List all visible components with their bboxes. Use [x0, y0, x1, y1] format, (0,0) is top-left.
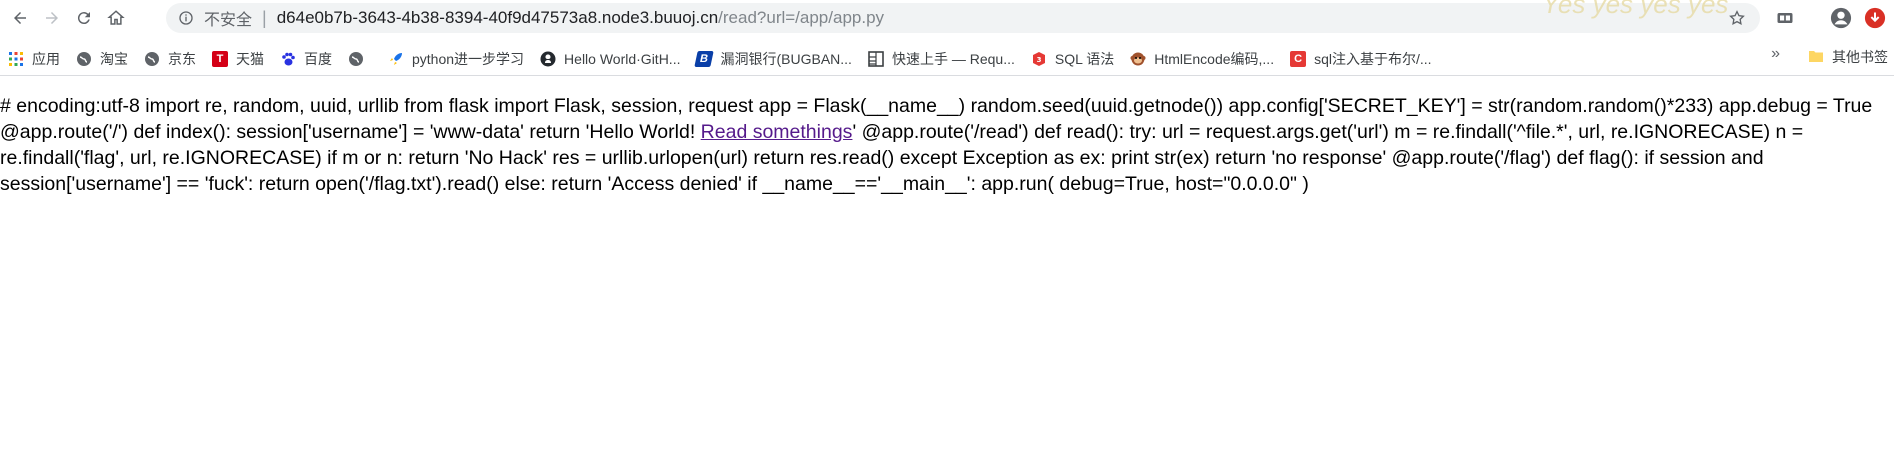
svg-text:3: 3	[1036, 56, 1041, 64]
folder-icon	[1808, 48, 1824, 67]
bookmark-taobao[interactable]: 淘宝	[68, 45, 136, 73]
incognito-icon	[1777, 13, 1793, 23]
doc-grid-icon	[868, 51, 884, 67]
arrow-left-icon	[14, 12, 26, 24]
bookmark-htmlencode[interactable]: HtmlEncode编码,...	[1122, 45, 1282, 73]
github-icon	[540, 51, 556, 67]
url-host[interactable]: d64e0b7b-3643-4b38-8394-40f9d47573a8.nod…	[277, 8, 718, 28]
bookmark-label: 应用	[32, 51, 60, 67]
apps-grid-icon	[8, 51, 24, 67]
bookmark-sql[interactable]: 3 SQL 语法	[1023, 45, 1122, 73]
url-path[interactable]: /read?url=/app/app.py	[718, 8, 884, 28]
arrow-right-icon	[46, 12, 58, 24]
browser-toolbar: 不安全 | d64e0b7b-3643-4b38-8394-40f9d47573…	[0, 0, 1894, 36]
bookmark-python[interactable]: python进一步学习	[380, 45, 532, 73]
home-button[interactable]	[102, 4, 130, 32]
bookmark-requests[interactable]: 快速上手 — Requ...	[860, 45, 1023, 73]
read-somethings-link[interactable]: Read somethings	[701, 121, 853, 143]
reload-button[interactable]	[70, 4, 98, 32]
bookmark-label: HtmlEncode编码,...	[1154, 51, 1275, 67]
monkey-icon	[1130, 51, 1146, 67]
update-menu-button[interactable]	[1864, 7, 1886, 29]
home-icon	[107, 10, 125, 25]
bugbank-icon: B	[694, 51, 715, 67]
bookmarks-overflow-button[interactable]: »	[1771, 45, 1780, 63]
bookmark-label: SQL 语法	[1054, 51, 1115, 67]
menu-badge-icon	[1864, 7, 1886, 29]
baidu-paw-icon	[280, 51, 296, 67]
bookmark-tmall[interactable]: T 天猫	[204, 45, 272, 73]
bookmark-github[interactable]: Hello World·GitH...	[532, 45, 688, 73]
bookmark-baidu[interactable]: 百度	[272, 45, 340, 73]
bookmark-jd[interactable]: 京东	[136, 45, 204, 73]
bookmark-label: sql注入基于布尔/...	[1314, 51, 1432, 67]
back-button[interactable]	[6, 4, 34, 32]
bookmark-globe[interactable]	[340, 45, 380, 73]
globe-icon	[76, 51, 92, 67]
other-bookmarks[interactable]: 其他书签	[1808, 43, 1894, 71]
globe-icon	[348, 51, 364, 67]
reload-icon	[77, 12, 90, 25]
info-icon[interactable]	[178, 10, 194, 26]
bookmark-bugbank[interactable]: B 漏洞银行(BUGBAN...	[688, 45, 859, 73]
bookmarks-bar: 应用 淘宝 京东 T 天猫 百度 python进一步学习 Hello World…	[0, 43, 1894, 76]
bookmark-label: 淘宝	[100, 51, 128, 67]
globe-icon	[144, 51, 160, 67]
bookmark-label: 漏洞银行(BUGBAN...	[720, 51, 852, 67]
bookmark-apps[interactable]: 应用	[0, 45, 68, 73]
watermark-text: Yes yes yes yes	[1542, 0, 1729, 19]
incognito-button[interactable]	[1774, 7, 1796, 29]
insecure-label: 不安全	[204, 12, 253, 29]
bookmark-label: 京东	[168, 51, 196, 67]
w3-icon: 3	[1031, 51, 1047, 67]
bookmark-label: python进一步学习	[412, 51, 525, 67]
bookmark-label: 快速上手 — Requ...	[891, 51, 1015, 67]
page-source-text: # encoding:utf-8 import re, random, uuid…	[0, 93, 1894, 197]
rocket-icon	[388, 51, 404, 67]
bookmark-sql-injection[interactable]: C sql注入基于布尔/...	[1282, 45, 1439, 73]
bookmark-label: Hello World·GitH...	[564, 51, 681, 67]
csdn-icon: C	[1290, 51, 1307, 67]
bookmark-label: 百度	[304, 51, 332, 67]
profile-button[interactable]	[1830, 7, 1852, 29]
address-separator: |	[262, 7, 267, 28]
tmall-icon: T	[212, 51, 228, 67]
address-bar[interactable]: 不安全 | d64e0b7b-3643-4b38-8394-40f9d47573…	[166, 0, 1760, 33]
other-bookmarks-label: 其他书签	[1832, 49, 1888, 65]
forward-button[interactable]	[38, 4, 66, 32]
bookmark-label: 天猫	[236, 51, 264, 67]
avatar-icon	[1830, 7, 1852, 29]
bookmark-star-icon[interactable]	[1728, 9, 1746, 27]
